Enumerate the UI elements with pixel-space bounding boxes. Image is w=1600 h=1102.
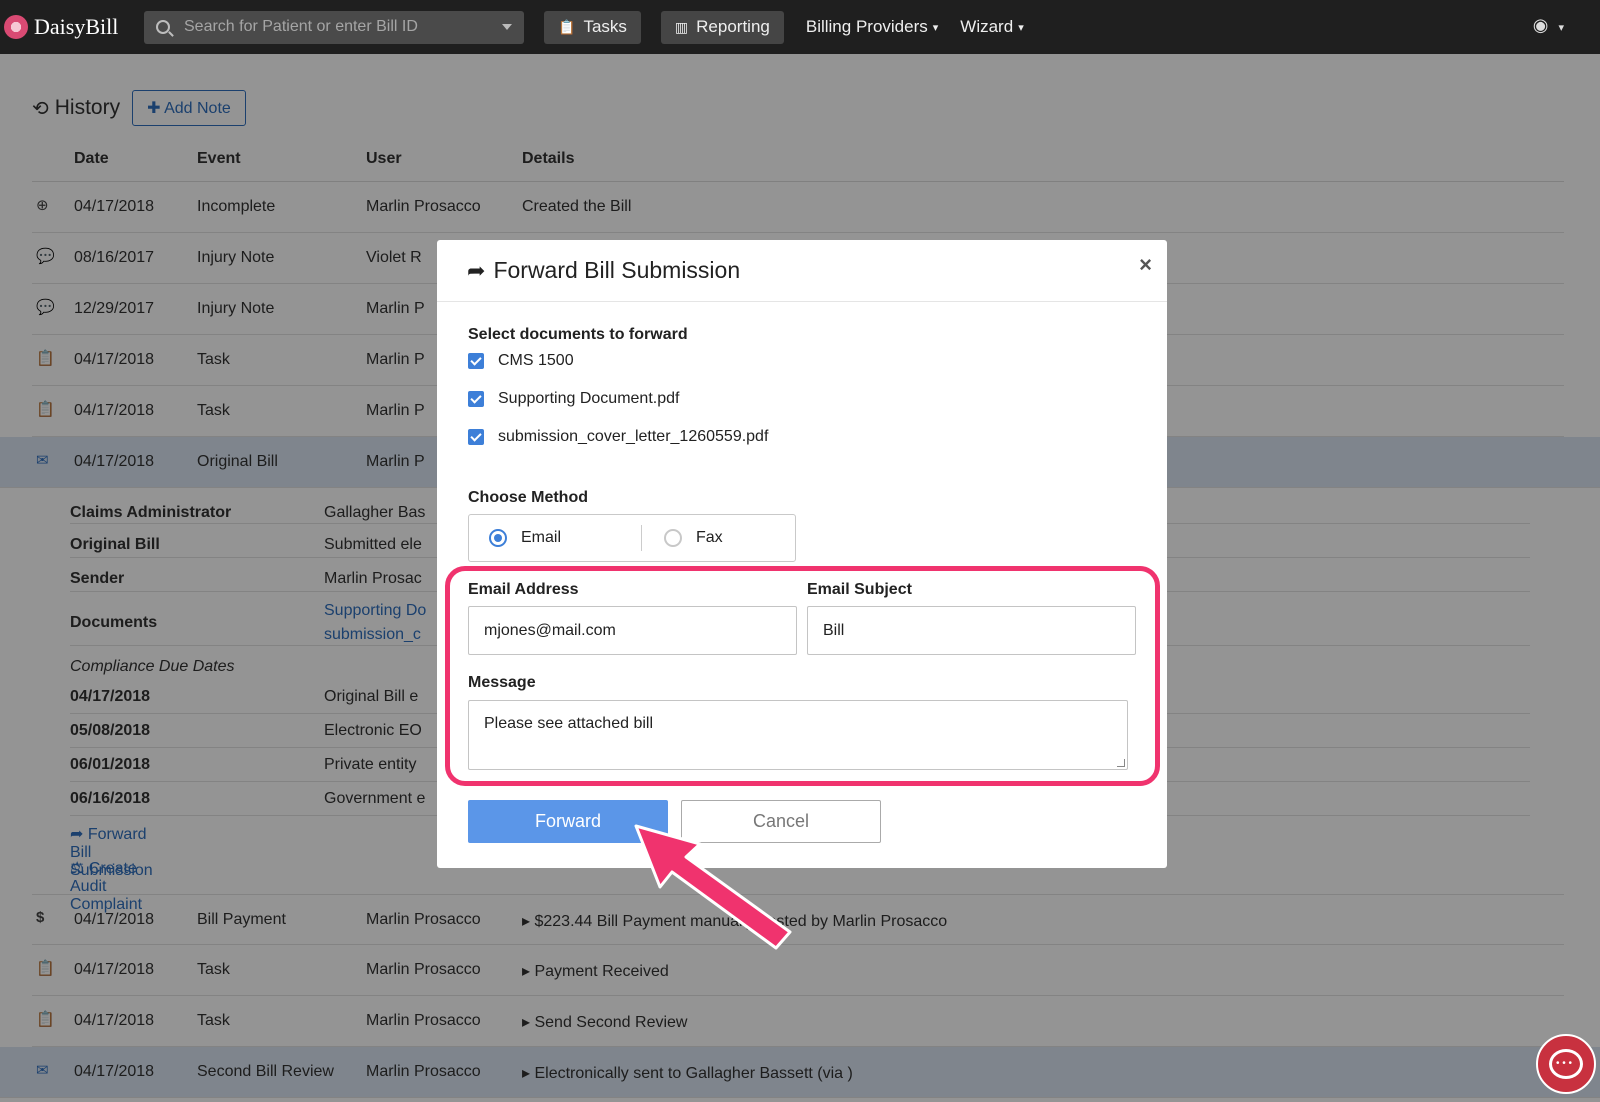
clipboard-icon: 📋 — [558, 18, 576, 35]
tasks-label: Tasks — [583, 17, 627, 36]
document-checkbox-item[interactable]: submission_cover_letter_1260559.pdf — [468, 428, 768, 446]
method-divider — [641, 525, 642, 551]
method-fax-label: Fax — [696, 529, 723, 546]
modal-header: ➦ Forward Bill Submission × — [437, 240, 1167, 302]
email-address-field[interactable]: mjones@mail.com — [468, 606, 797, 655]
patient-search-input[interactable] — [184, 18, 502, 36]
wizard-menu[interactable]: Wizard ▾ — [960, 17, 1023, 37]
document-checkbox-item[interactable]: CMS 1500 — [468, 352, 574, 370]
top-navbar: DaisyBill 📋 Tasks ▥ Reporting Billing Pr… — [0, 0, 1600, 54]
document-checkbox-item[interactable]: Supporting Document.pdf — [468, 390, 679, 408]
checkbox-checked[interactable] — [468, 391, 484, 407]
logo-text: DaisyBill — [34, 14, 119, 39]
message-text: Please see attached bill — [484, 715, 653, 732]
resize-handle[interactable] — [1117, 759, 1125, 767]
modal-title: ➦ Forward Bill Submission — [467, 257, 740, 284]
share-arrow-icon: ➦ — [467, 257, 486, 283]
choose-method-label: Choose Method — [468, 489, 588, 506]
checkbox-checked[interactable] — [468, 353, 484, 369]
chevron-down-icon: ▾ — [1018, 21, 1024, 34]
close-icon[interactable]: × — [1139, 252, 1152, 278]
reporting-label: Reporting — [696, 17, 770, 36]
user-account-menu[interactable]: ◉ ▾ — [1533, 15, 1564, 36]
email-subject-label: Email Subject — [807, 581, 912, 598]
select-documents-label: Select documents to forward — [468, 326, 688, 343]
chevron-down-icon: ▾ — [932, 21, 939, 34]
method-selector: Email Fax — [468, 514, 796, 562]
chevron-down-icon: ▾ — [1558, 22, 1564, 34]
email-subject-field[interactable]: Bill — [807, 606, 1136, 655]
document-name: submission_cover_letter_1260559.pdf — [498, 428, 769, 445]
chat-icon — [1549, 1049, 1583, 1079]
cancel-button[interactable]: Cancel — [681, 800, 881, 843]
method-email-option[interactable]: Email — [489, 529, 619, 547]
forward-button[interactable]: Forward — [468, 800, 668, 843]
chat-support-button[interactable] — [1536, 1034, 1596, 1094]
method-fax-option[interactable]: Fax — [664, 529, 723, 547]
daisy-flower-icon — [4, 15, 28, 39]
message-label: Message — [468, 674, 536, 691]
billing-providers-menu[interactable]: Billing Providers ▾ — [806, 17, 938, 37]
user-circle-icon: ◉ — [1532, 15, 1549, 35]
email-address-label: Email Address — [468, 581, 579, 598]
radio-unselected[interactable] — [664, 529, 682, 547]
method-email-label: Email — [521, 529, 562, 546]
caret-down-icon[interactable] — [502, 24, 512, 30]
tasks-button[interactable]: 📋 Tasks — [544, 10, 641, 44]
wizard-label: Wizard — [960, 17, 1014, 36]
radio-selected[interactable] — [489, 529, 507, 547]
document-name: CMS 1500 — [498, 352, 574, 369]
patient-search-box[interactable] — [144, 10, 524, 44]
daisybill-logo[interactable]: DaisyBill — [4, 14, 134, 40]
search-icon — [156, 20, 170, 34]
modal-title-text: Forward Bill Submission — [493, 257, 741, 283]
checkbox-checked[interactable] — [468, 429, 484, 445]
document-name: Supporting Document.pdf — [498, 390, 680, 407]
bar-chart-icon: ▥ — [674, 18, 689, 35]
forward-bill-modal: ➦ Forward Bill Submission × Select docum… — [437, 240, 1167, 868]
reporting-button[interactable]: ▥ Reporting — [660, 10, 784, 44]
billing-providers-label: Billing Providers — [805, 17, 928, 36]
message-textarea[interactable]: Please see attached bill — [468, 700, 1128, 770]
